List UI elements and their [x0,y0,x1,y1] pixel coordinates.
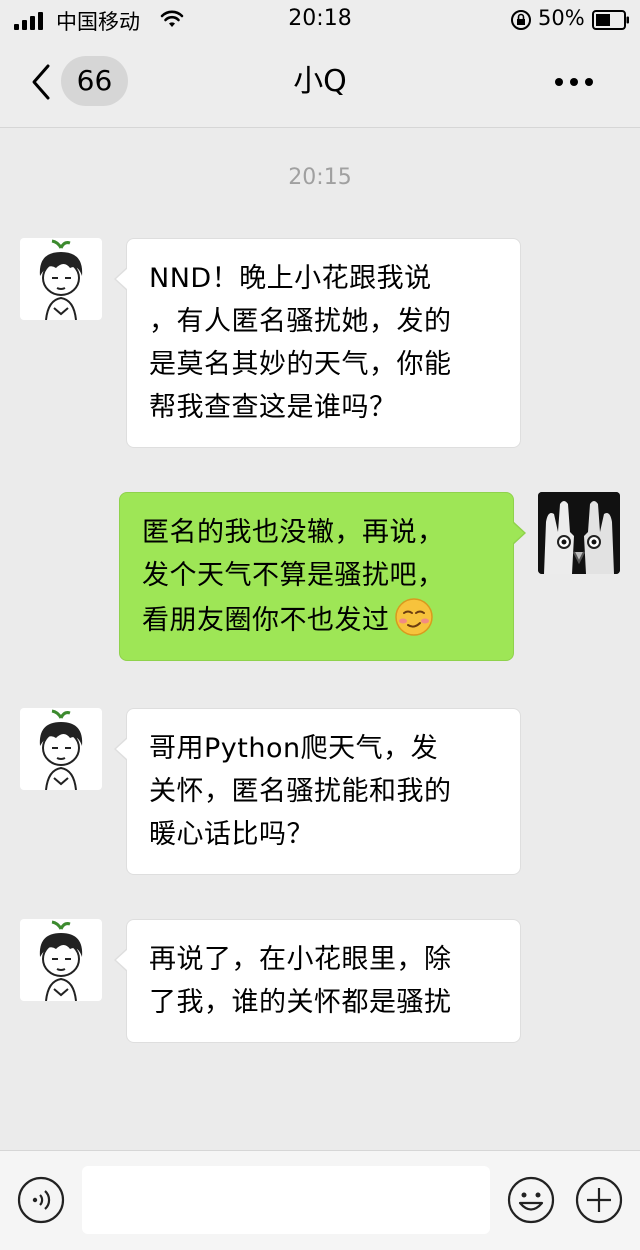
status-bar: 中国移动 20:18 50% [0,0,640,40]
cartoon-boy-avatar-icon [39,920,83,1001]
voice-icon[interactable] [17,1176,65,1224]
battery-percent: 50% [538,6,585,30]
message-input[interactable] [82,1166,490,1234]
chat-area[interactable]: 20:15 NND！晚上小花跟我说 ，有人匿名骚扰她，发的 是莫名其妙的天气，你… [0,129,640,1150]
battery-icon [592,10,629,30]
received-message-bubble[interactable]: 再说了，在小花眼里，除 了我，谁的关怀都是骚扰 [114,919,521,1043]
rotation-lock-icon [511,10,531,30]
my-avatar[interactable] [538,492,620,574]
nav-bar: 66 小Q [0,40,640,128]
contact-avatar[interactable] [20,238,102,320]
cartoon-boy-avatar-icon [39,709,83,790]
chat-title: 小Q [293,64,347,99]
received-message-bubble[interactable]: NND！晚上小花跟我说 ，有人匿名骚扰她，发的 是莫名其妙的天气，你能 帮我查查… [114,238,521,448]
input-bar [0,1150,640,1250]
more-dots-icon[interactable] [554,74,594,90]
emoji-icon[interactable] [507,1176,555,1224]
contact-avatar[interactable] [20,708,102,790]
cartoon-boy-avatar-icon [39,239,83,320]
message-timestamp: 20:15 [288,165,352,190]
received-message-bubble[interactable]: 哥用Python爬天气，发 关怀，匿名骚扰能和我的 暖心话比吗？ [114,708,521,875]
contact-avatar[interactable] [20,919,102,1001]
smirk-emoji-icon [394,598,433,636]
sent-message-bubble[interactable]: 匿名的我也没辙，再说， 发个天气不算是骚扰吧， 看朋友圈你不也发过 [119,492,526,661]
hands-photo-avatar-icon [538,492,620,574]
plus-icon[interactable] [575,1176,623,1224]
